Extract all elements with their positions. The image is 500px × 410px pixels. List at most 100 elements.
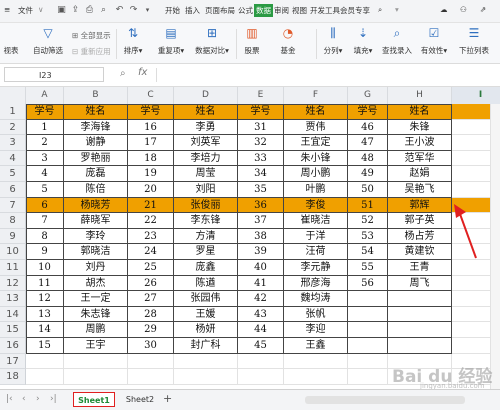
table-cell[interactable]: 庞鑫 [174, 260, 238, 276]
prev-sheet-icon[interactable]: ‹ [22, 394, 26, 404]
last-sheet-icon[interactable]: ›| [50, 394, 57, 404]
cell-g18[interactable] [348, 369, 388, 385]
table-cell[interactable]: 贾伟 [284, 119, 348, 136]
row-header-18[interactable]: 18 [0, 369, 26, 385]
table-cell[interactable]: 张园伟 [174, 291, 238, 307]
table-header-cell[interactable]: 姓名 [388, 104, 452, 120]
table-cell[interactable]: 11 [26, 275, 64, 292]
sheet-tab-sheet2[interactable]: Sheet2 [120, 392, 160, 407]
row-header-13[interactable]: 13 [0, 291, 26, 307]
table-cell[interactable]: 张帆 [284, 306, 348, 323]
table-cell[interactable]: 45 [238, 338, 284, 354]
table-cell[interactable]: 39 [238, 244, 284, 260]
fund-button[interactable]: ◔ 基金 [276, 25, 300, 56]
table-cell[interactable]: 23 [128, 228, 174, 245]
stock-button[interactable]: ▥ 股票 [240, 25, 264, 56]
table-cell[interactable]: 4 [26, 166, 64, 182]
tab-view[interactable]: 视图 [292, 5, 307, 16]
cell-c17[interactable] [128, 353, 174, 370]
cell-b17[interactable] [64, 353, 128, 370]
table-cell[interactable]: 杨妍 [174, 322, 238, 338]
table-cell[interactable]: 56 [348, 275, 388, 292]
print-preview-icon[interactable]: ⌕ [98, 4, 109, 16]
row-header-1[interactable]: 1 [0, 104, 26, 120]
table-cell[interactable]: 王青 [388, 260, 452, 276]
column-header-a[interactable]: A [26, 87, 64, 104]
row-header-11[interactable]: 11 [0, 260, 26, 276]
table-cell[interactable]: 刘丹 [64, 260, 128, 276]
redo-icon[interactable]: ↷ [128, 4, 139, 16]
table-cell[interactable]: 22 [128, 213, 174, 229]
table-cell[interactable]: 25 [128, 260, 174, 276]
table-cell[interactable]: 周飞 [388, 275, 452, 292]
export-icon[interactable]: ⇪ [70, 4, 81, 16]
table-cell[interactable]: 罗星 [174, 244, 238, 260]
table-cell[interactable]: 48 [348, 150, 388, 167]
sheet-tab-sheet1[interactable]: Sheet1 [73, 392, 115, 407]
table-cell[interactable]: 刘阳 [174, 182, 238, 198]
table-cell[interactable]: 17 [128, 135, 174, 151]
table-cell[interactable]: 刘英军 [174, 135, 238, 151]
table-cell[interactable]: 王媛 [174, 306, 238, 323]
tab-developer[interactable]: 开发工具 [310, 5, 340, 16]
vertical-scrollbar[interactable] [490, 104, 500, 389]
split-column-button[interactable]: ⫼ 分列▾ [320, 25, 346, 56]
table-cell[interactable]: 20 [128, 182, 174, 198]
row-header-9[interactable]: 9 [0, 228, 26, 245]
table-cell[interactable]: 杨占芳 [388, 228, 452, 245]
row-header-14[interactable]: 14 [0, 306, 26, 323]
table-cell[interactable]: 35 [238, 182, 284, 198]
table-cell[interactable]: 李培力 [174, 150, 238, 167]
table-cell[interactable]: 10 [26, 260, 64, 276]
table-cell[interactable]: 40 [238, 260, 284, 276]
name-box[interactable]: I23 [4, 67, 104, 82]
column-header-i[interactable]: I [452, 87, 500, 104]
table-cell[interactable]: 周小鹏 [284, 166, 348, 182]
row-header-6[interactable]: 6 [0, 182, 26, 198]
table-cell[interactable]: 方清 [174, 228, 238, 245]
cell-g17[interactable] [348, 353, 388, 370]
table-cell[interactable]: 范军华 [388, 150, 452, 167]
tab-formula[interactable]: 公式 [238, 5, 253, 16]
table-cell[interactable]: 29 [128, 322, 174, 338]
table-cell[interactable]: 王宇 [64, 338, 128, 354]
table-cell[interactable]: 李迎 [284, 322, 348, 338]
table-cell[interactable]: 24 [128, 244, 174, 260]
row-header-2[interactable]: 2 [0, 119, 26, 136]
table-cell[interactable]: 46 [348, 119, 388, 136]
table-cell[interactable]: 魏均涛 [284, 291, 348, 307]
table-cell[interactable]: 郭辉 [388, 197, 452, 214]
cell-f18[interactable] [284, 369, 348, 385]
share-icon[interactable]: ⇗ [480, 5, 486, 14]
table-cell[interactable] [348, 291, 388, 307]
table-cell[interactable]: 31 [238, 119, 284, 136]
table-cell[interactable]: 封广科 [174, 338, 238, 354]
cloud-icon[interactable]: ☁ [440, 5, 448, 14]
table-cell[interactable]: 26 [128, 275, 174, 292]
table-cell[interactable]: 庞磊 [64, 166, 128, 182]
table-header-cell[interactable]: 姓名 [64, 104, 128, 120]
table-cell[interactable]: 王一定 [64, 291, 128, 307]
table-cell[interactable]: 吴艳飞 [388, 182, 452, 198]
table-cell[interactable]: 44 [238, 322, 284, 338]
duplicates-button[interactable]: ▤ 重复项▾ [154, 25, 188, 56]
table-cell[interactable]: 王宜定 [284, 135, 348, 151]
table-cell[interactable]: 21 [128, 197, 174, 214]
table-cell[interactable]: 郭子英 [388, 213, 452, 229]
pivot-table-button-partial[interactable]: 视表 [0, 45, 22, 56]
table-cell[interactable]: 李海锋 [64, 119, 128, 136]
table-cell[interactable]: 47 [348, 135, 388, 151]
quick-access-dropdown-icon[interactable]: ▾ [142, 4, 153, 16]
table-header-cell[interactable]: 姓名 [174, 104, 238, 120]
table-cell[interactable]: 于洋 [284, 228, 348, 245]
table-cell[interactable]: 32 [238, 135, 284, 151]
table-cell[interactable]: 33 [238, 150, 284, 167]
cell-e18[interactable] [238, 369, 284, 385]
table-cell[interactable]: 43 [238, 306, 284, 323]
table-cell[interactable]: 叶鹏 [284, 182, 348, 198]
data-compare-button[interactable]: ⊞ 数据对比▾ [192, 25, 232, 56]
table-cell[interactable]: 汪荷 [284, 244, 348, 260]
table-cell[interactable]: 陈遒 [174, 275, 238, 292]
table-header-cell[interactable]: 学号 [238, 104, 284, 120]
table-cell[interactable]: 朱志锋 [64, 306, 128, 323]
